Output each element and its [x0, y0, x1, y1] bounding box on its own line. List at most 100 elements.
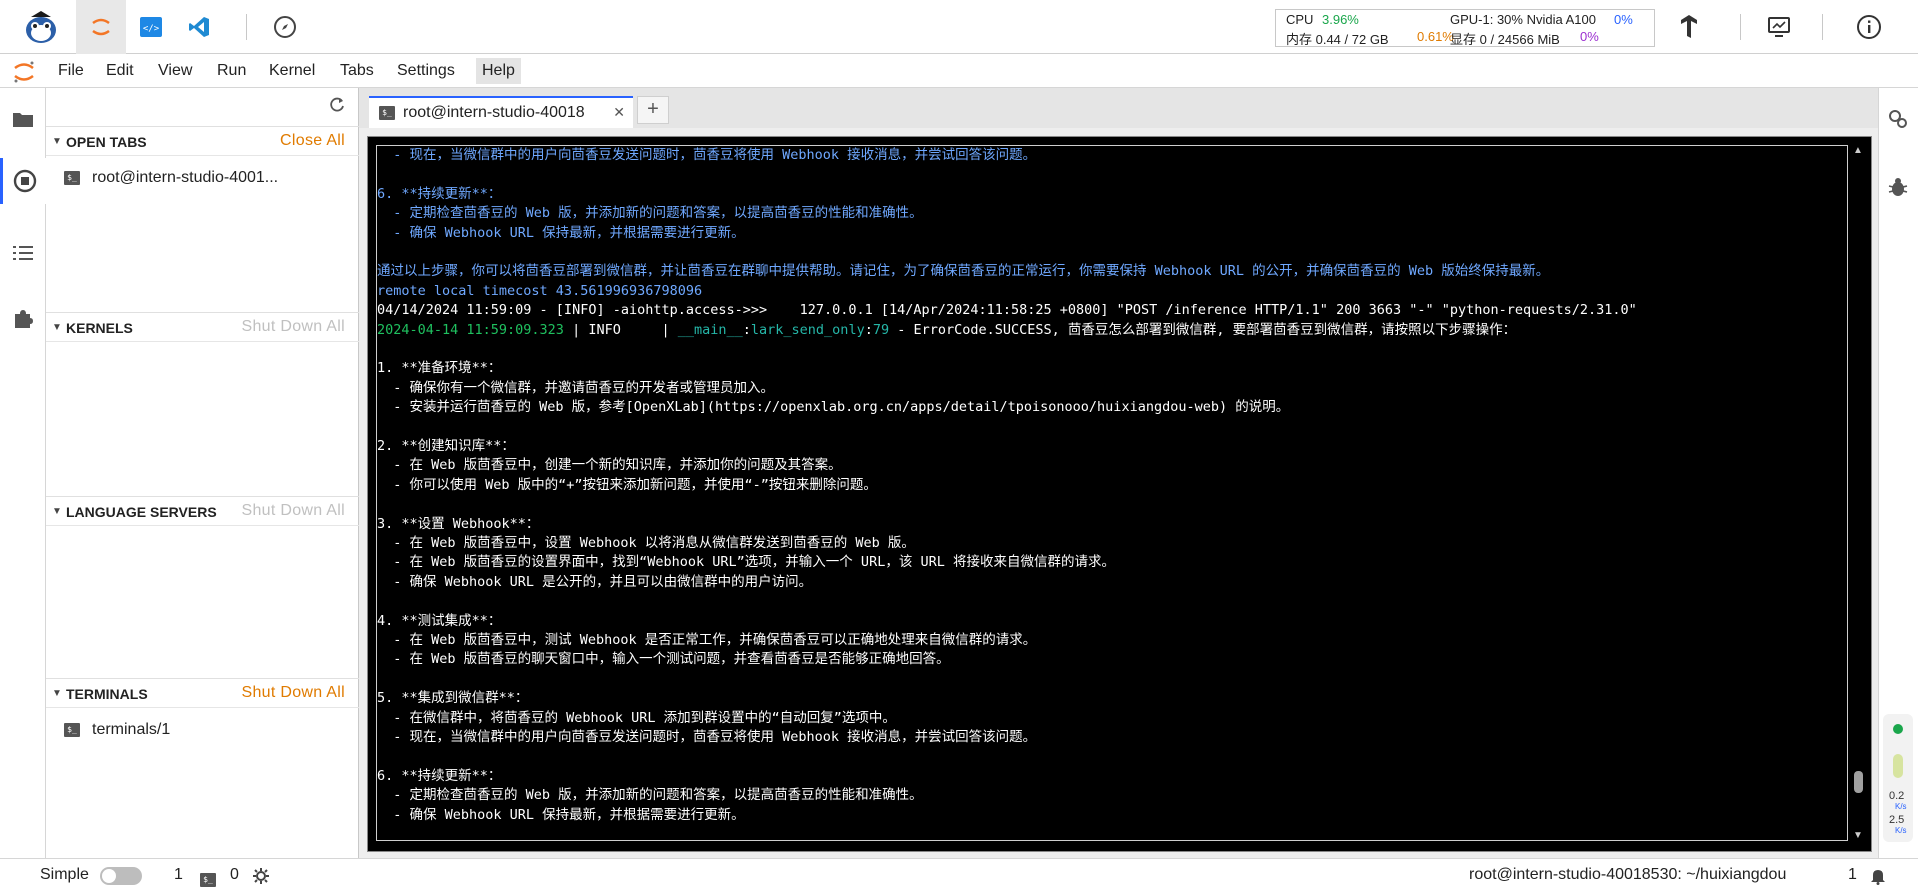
tab-terminal[interactable]: $_ root@intern-studio-40018 ✕ [369, 96, 633, 128]
terminal-line: - 安装并运行茴香豆的 Web 版，参考[OpenXLab](https://o… [377, 398, 1847, 417]
top-bar: </> CPU 3.96% 内存 0.44 / 72 GB 0.61% GPU-… [0, 0, 1918, 54]
terminal-text: - 定期检查茴香豆的 Web 版，并添加新的问题和答案，以提高茴香豆的性能和准确… [377, 205, 923, 222]
terminal-line: 4. **测试集成**： [377, 612, 1847, 631]
folder-icon[interactable] [0, 96, 46, 142]
kernels-header[interactable]: ▼ KERNELS Shut Down All [46, 312, 359, 342]
menu-view[interactable]: View [158, 62, 192, 80]
terminal-text: - 定期检查茴香豆的 Web 版，并添加新的问题和答案，以提高茴香豆的性能和准确… [377, 787, 923, 804]
menu-settings[interactable]: Settings [397, 62, 455, 80]
menu-tabs[interactable]: Tabs [340, 62, 374, 80]
terminal-path: root@intern-studio-40018530: ~/huixiangd… [1469, 866, 1787, 883]
terminal-line: - 在 Web 版茴香豆的聊天窗口中，输入一个测试问题，并查看茴香豆是否能够正确… [377, 650, 1847, 669]
toolbar-divider [246, 14, 247, 40]
scroll-down-icon[interactable]: ▼ [1853, 830, 1863, 841]
toc-icon[interactable] [0, 230, 46, 276]
terminal-text: - 安装并运行茴香豆的 Web 版，参考[OpenXLab](https://o… [377, 399, 1290, 416]
menu-run[interactable]: Run [217, 62, 246, 80]
open-tab-item[interactable]: $_ root@intern-studio-4001... [64, 165, 278, 191]
terminals-shutdown-button[interactable]: Shut Down All [241, 684, 345, 702]
simple-mode-toggle[interactable] [100, 867, 142, 885]
terminal-line: - 你可以使用 Web 版中的“+”按钮来添加新问题，并使用“-”按钮来删除问题… [377, 476, 1847, 495]
compass-icon[interactable] [260, 0, 310, 54]
status-bar: Simple 1 $_ 0 root@intern-studio-4001853… [0, 858, 1918, 892]
terminal-line: - 在 Web 版茴香豆中，创建一个新的知识库，并添加你的问题及其答案。 [377, 456, 1847, 475]
terminal-text: remote local timecost 43.561996936798096 [377, 282, 703, 299]
terminals-title: TERMINALS [66, 686, 148, 702]
terminal-output[interactable]: - 现在，当微信群中的用户向茴香豆发送问题时，茴香豆将使用 Webhook 接收… [376, 145, 1848, 841]
menu-help[interactable]: Help [476, 58, 521, 84]
add-tab-button[interactable]: + [637, 96, 669, 124]
terminal-text: - 确保 Webhook URL 保持最新，并根据需要进行更新。 [377, 806, 745, 823]
main-area: $_ root@intern-studio-40018 ✕ + - 现在，当微信… [359, 88, 1878, 858]
terminals-header[interactable]: ▼ TERMINALS Shut Down All [46, 678, 359, 708]
scroll-up-icon[interactable]: ▲ [1853, 145, 1863, 156]
terminal-text: | INFO | [563, 321, 678, 338]
terminal-text: - 在 Web 版茴香豆的设置界面中，找到“Webhook URL”选项，并输入… [377, 554, 1115, 571]
terminal-line: 04/14/2024 11:59:09 - [INFO] -aiohttp.ac… [377, 301, 1847, 320]
terminal-line: - 现在，当微信群中的用户向茴香豆发送问题时，茴香豆将使用 Webhook 接收… [377, 728, 1847, 747]
terminal-count[interactable]: 1 [174, 866, 183, 884]
cpu-label: CPU [1286, 12, 1314, 27]
terminal-text: 2024-04-14 11:59:09.323 [377, 321, 564, 338]
refresh-icon[interactable] [328, 96, 346, 119]
status-dot-icon [1893, 724, 1903, 734]
terminal-text: - 确保 Webhook URL 保持最新，并根据需要进行更新。 [377, 224, 745, 241]
extension-icon[interactable] [0, 296, 46, 342]
kernels-shutdown-button[interactable]: Shut Down All [241, 318, 345, 336]
property-inspector-icon[interactable] [1887, 108, 1909, 135]
terminal-icon: $_ [64, 171, 80, 185]
toolbar-divider [1740, 14, 1741, 40]
terminal-text: - 在 Web 版茴香豆中，测试 Webhook 是否正常工作，并确保茴香豆可以… [377, 632, 1037, 648]
memory-percent: 0.61% [1417, 29, 1454, 44]
gpu-percent: 0% [1614, 12, 1633, 27]
terminal-line: - 定期检查茴香豆的 Web 版，并添加新的问题和答案，以提高茴香豆的性能和准确… [377, 204, 1847, 223]
debugger-icon[interactable] [1887, 176, 1909, 203]
gear-icon[interactable] [252, 867, 270, 890]
terminal-line: - 确保 Webhook URL 保持最新，并根据需要进行更新。 [377, 806, 1847, 825]
svg-text:</>: </> [143, 24, 160, 34]
terminal-text: : [864, 321, 873, 338]
menu-kernel[interactable]: Kernel [269, 62, 315, 80]
jupyter-icon[interactable] [76, 0, 126, 54]
terminal-panel[interactable]: - 现在，当微信群中的用户向茴香豆发送问题时，茴香豆将使用 Webhook 接收… [367, 136, 1872, 852]
tab-label: root@intern-studio-40018 [403, 104, 585, 121]
close-icon[interactable]: ✕ [613, 104, 625, 121]
terminal-scrollbar[interactable]: ▲ ▼ [1851, 145, 1867, 841]
code-icon[interactable]: </> [126, 0, 176, 54]
network-monitor: 0.2 K/s 2.5 K/s [1883, 714, 1913, 842]
terminal-line: - 在 Web 版茴香豆中，测试 Webhook 是否正常工作，并确保茴香豆可以… [377, 631, 1847, 650]
tensorflow-icon[interactable] [1664, 0, 1714, 54]
kernel-count[interactable]: 0 [230, 866, 239, 884]
terminal-line: 6. **持续更新**： [377, 185, 1847, 204]
open-tabs-header[interactable]: ▼ OPEN TABS Close All [46, 126, 359, 156]
terminal-text: 通过以上步骤，你可以将茴香豆部署到微信群，并让茴香豆在群聊中提供帮助。请记住，为… [377, 263, 1550, 280]
language-servers-shutdown-button[interactable]: Shut Down All [241, 502, 345, 520]
kernels-title: KERNELS [66, 320, 133, 336]
scrollbar-thumb[interactable] [1854, 771, 1863, 793]
tab-bar: $_ root@intern-studio-40018 ✕ + [359, 88, 1878, 128]
mascot-logo[interactable] [16, 0, 66, 54]
memory-label: 内存 0.44 / 72 GB [1286, 32, 1389, 47]
monitor-icon[interactable] [1754, 0, 1804, 54]
vscode-icon[interactable] [174, 0, 224, 54]
terminal-text: - 现在，当微信群中的用户向茴香豆发送问题时，茴香豆将使用 Webhook 接收… [377, 729, 1037, 745]
net-down-unit: K/s [1895, 826, 1907, 835]
close-all-button[interactable]: Close All [280, 132, 345, 150]
bell-icon[interactable] [1870, 867, 1886, 890]
menu-bar: File Edit View Run Kernel Tabs Settings … [0, 54, 1918, 88]
net-up-unit: K/s [1895, 802, 1907, 811]
menu-file[interactable]: File [58, 62, 84, 80]
terminal-item[interactable]: $_ terminals/1 [64, 717, 170, 743]
terminal-line: 5. **集成到微信群**： [377, 689, 1847, 708]
info-icon[interactable] [1844, 0, 1894, 54]
language-servers-header[interactable]: ▼ LANGUAGE SERVERS Shut Down All [46, 496, 359, 526]
running-icon[interactable] [0, 158, 46, 204]
terminal-text: 3. **设置 Webhook**： [377, 515, 540, 532]
menu-edit[interactable]: Edit [106, 62, 134, 80]
terminal-text: - 在 Web 版茴香豆中，创建一个新的知识库，并添加你的问题及其答案。 [377, 457, 842, 474]
